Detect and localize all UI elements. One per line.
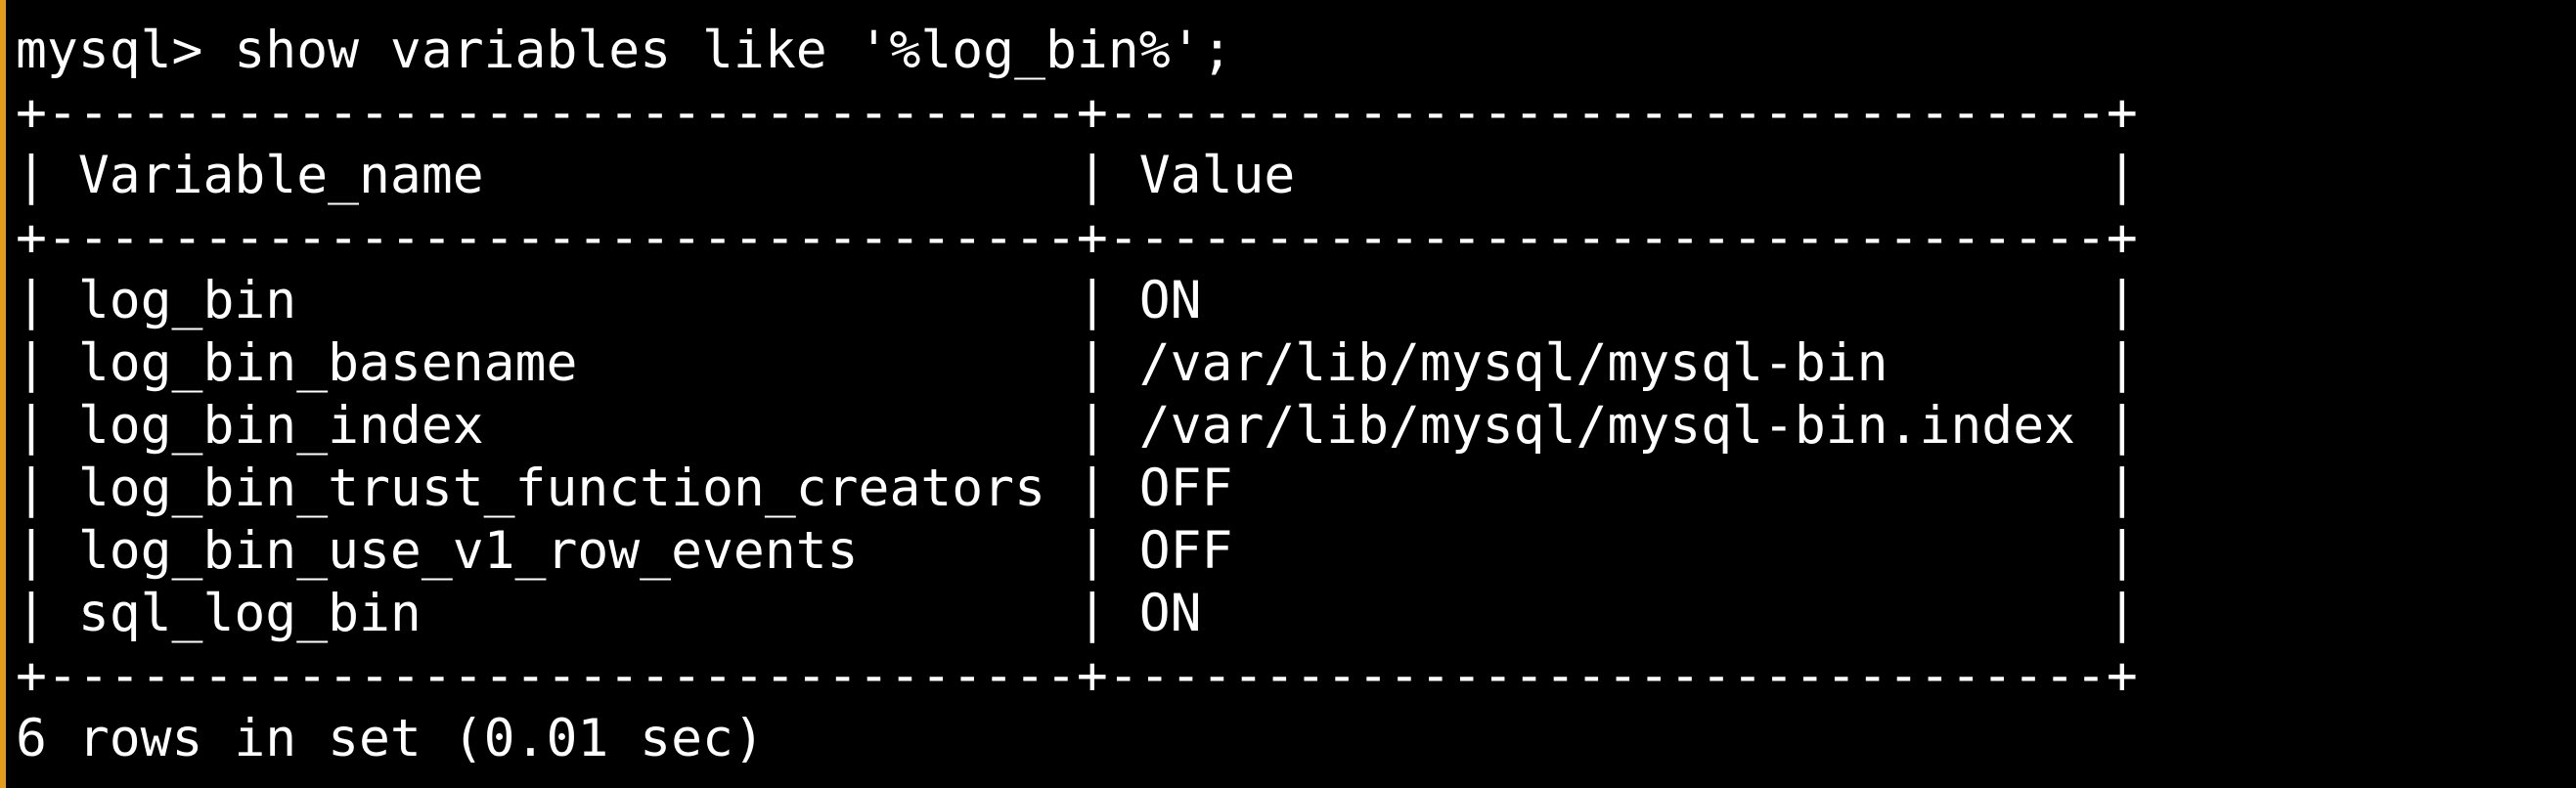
result-table: +---------------------------------+-----… bbox=[16, 82, 2138, 708]
table-border-bottom: +---------------------------------+-----… bbox=[16, 646, 2138, 706]
table-header-row: | Variable_name | Value | bbox=[16, 146, 2138, 205]
table-border-header: +---------------------------------+-----… bbox=[16, 208, 2138, 268]
table-row: | sql_log_bin | ON | bbox=[16, 584, 2138, 643]
cell-value: ON bbox=[1138, 584, 1202, 643]
cell-value: OFF bbox=[1138, 459, 1233, 518]
table-row: | log_bin_basename | /var/lib/mysql/mysq… bbox=[16, 333, 2138, 393]
cell-name: log_bin_index bbox=[77, 396, 484, 456]
cell-name: log_bin_use_v1_row_events bbox=[77, 521, 859, 581]
window-edge-highlight bbox=[0, 0, 6, 788]
table-row: | log_bin_index | /var/lib/mysql/mysql-b… bbox=[16, 396, 2138, 456]
mysql-prompt: mysql> bbox=[16, 21, 235, 80]
terminal-output[interactable]: mysql> show variables like '%log_bin%'; +… bbox=[16, 20, 2138, 770]
cell-value: /var/lib/mysql/mysql-bin.index bbox=[1138, 396, 2076, 456]
table-row: | log_bin_trust_function_creators | OFF … bbox=[16, 459, 2138, 518]
cell-name: sql_log_bin bbox=[77, 584, 422, 643]
cell-name: log_bin_basename bbox=[77, 333, 578, 393]
column-header-value: Value bbox=[1138, 146, 1296, 205]
result-summary: 6 rows in set (0.01 sec) bbox=[16, 709, 765, 768]
table-row: | log_bin | ON | bbox=[16, 271, 2138, 330]
cell-name: log_bin bbox=[77, 271, 297, 330]
cell-value: OFF bbox=[1138, 521, 1233, 581]
table-border-top: +---------------------------------+-----… bbox=[16, 83, 2138, 143]
terminal-window[interactable]: mysql> show variables like '%log_bin%'; +… bbox=[0, 0, 2576, 788]
table-row: | log_bin_use_v1_row_events | OFF | bbox=[16, 521, 2138, 581]
command-text[interactable]: show variables like '%log_bin%'; bbox=[234, 21, 1232, 80]
column-header-name: Variable_name bbox=[77, 146, 484, 205]
cell-value: ON bbox=[1138, 271, 1202, 330]
cell-value: /var/lib/mysql/mysql-bin bbox=[1138, 333, 1888, 393]
cell-name: log_bin_trust_function_creators bbox=[77, 459, 1045, 518]
command-line[interactable]: mysql> show variables like '%log_bin%'; bbox=[16, 20, 2138, 82]
